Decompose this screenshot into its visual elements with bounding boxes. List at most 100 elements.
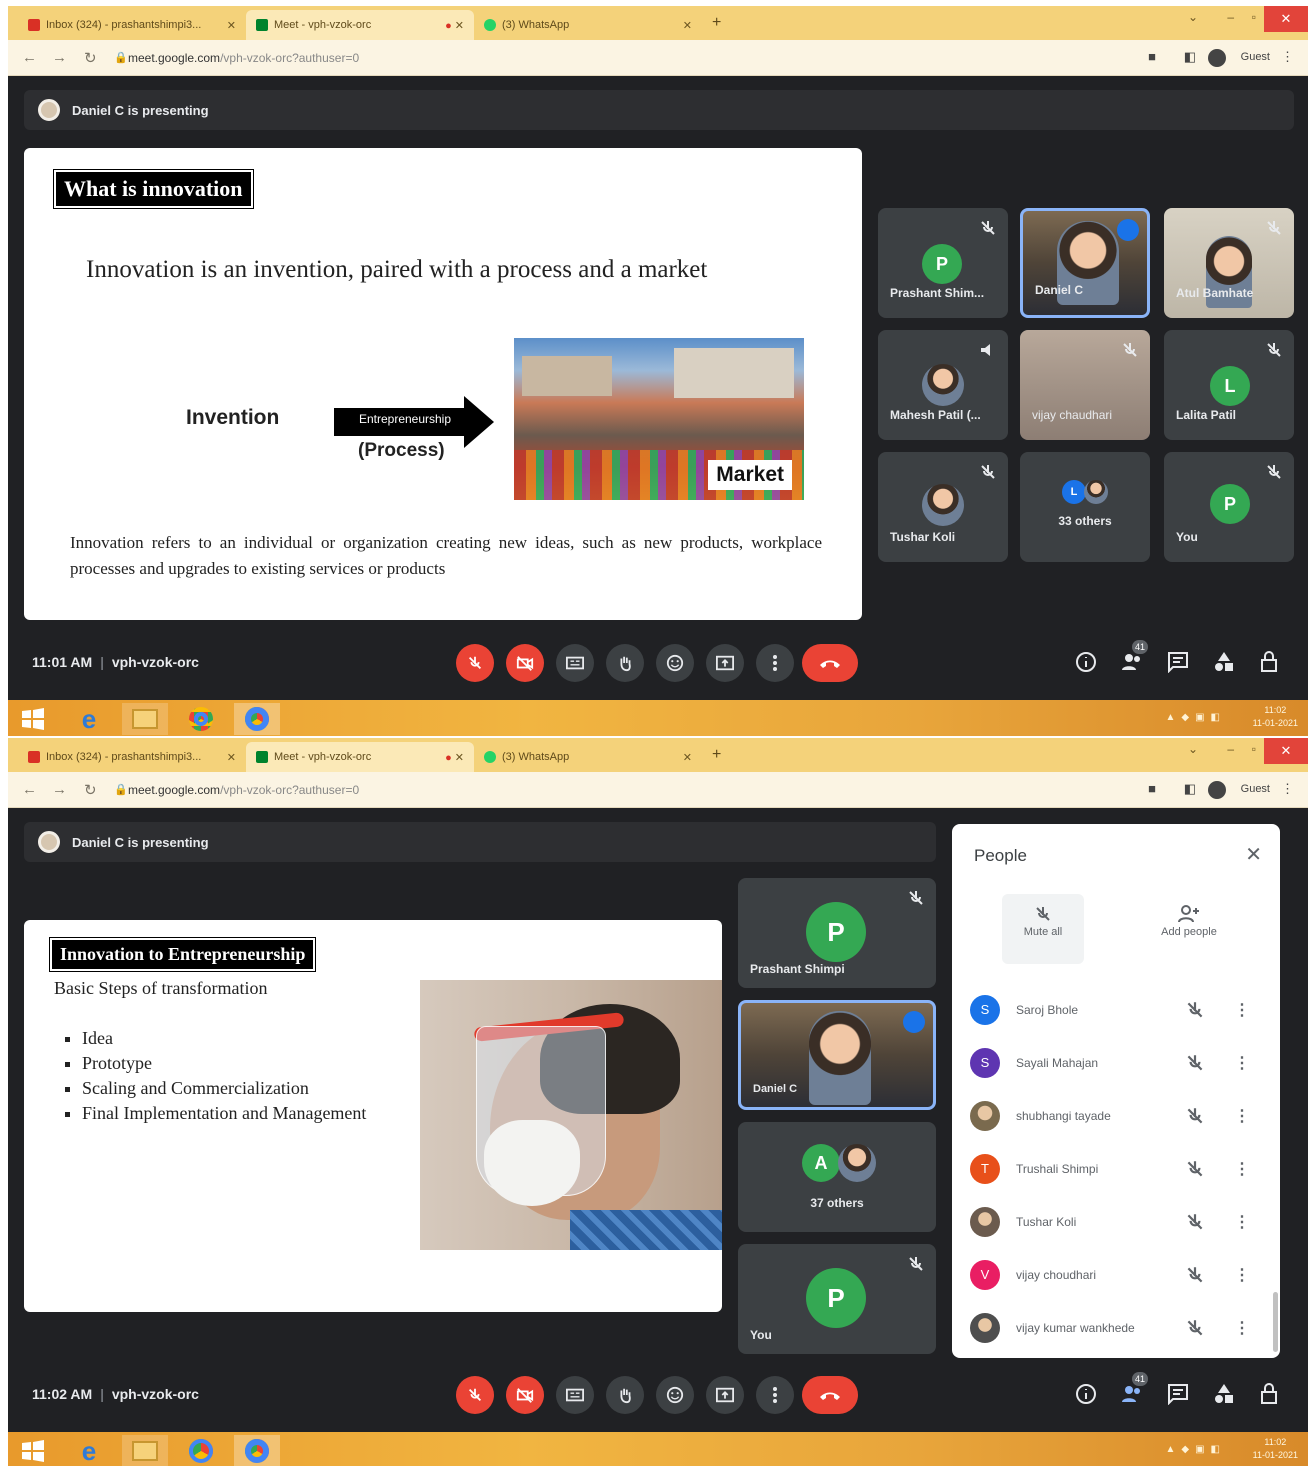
taskbar-clock[interactable]: 11:02 11-01-2021 [1253, 704, 1298, 730]
chat-button[interactable] [1164, 648, 1192, 676]
reactions-button[interactable] [656, 644, 694, 682]
back-icon[interactable]: ← [22, 781, 37, 798]
participant-row[interactable]: shubhangi tayade ⋮ [970, 1096, 1270, 1136]
mic-off-icon[interactable] [1184, 1264, 1206, 1286]
leave-call-button[interactable] [802, 644, 858, 682]
camera-toggle-button[interactable] [506, 1376, 544, 1414]
mic-off-icon[interactable] [1184, 1052, 1206, 1074]
window-close-button[interactable]: ✕ [1264, 6, 1308, 32]
chrome-taskbar-button[interactable] [178, 703, 224, 735]
taskbar-clock[interactable]: 11:02 11-01-2021 [1253, 1436, 1298, 1462]
host-controls-button[interactable] [1256, 1380, 1284, 1408]
close-icon[interactable]: ✕ [1245, 842, 1262, 867]
start-button[interactable] [10, 703, 56, 735]
self-tile[interactable]: P You [738, 1244, 936, 1354]
guest-profile-icon[interactable] [1208, 781, 1226, 802]
self-tile[interactable]: P You [1164, 452, 1294, 562]
restore-icon[interactable]: ▫ [1252, 742, 1256, 756]
raise-hand-button[interactable] [606, 644, 644, 682]
system-tray[interactable]: ▲◆▣◧ [1166, 1444, 1226, 1455]
participant-row[interactable]: S Sayali Mahajan ⋮ [970, 1043, 1270, 1083]
menu-icon[interactable]: ⋮ [1281, 49, 1294, 65]
tab-meet[interactable]: Meet - vph-vzok-orc ● ✕ [246, 10, 474, 40]
mic-off-icon[interactable] [1184, 1158, 1206, 1180]
participant-tile[interactable]: L Lalita Patil [1164, 330, 1294, 440]
chrome-taskbar-button-active[interactable] [234, 703, 280, 735]
more-options-button[interactable] [756, 644, 794, 682]
mic-toggle-button[interactable] [456, 1376, 494, 1414]
tab-meet[interactable]: Meet - vph-vzok-orc ● ✕ [246, 742, 474, 772]
menu-icon[interactable]: ⋮ [1281, 781, 1294, 797]
window-close-button[interactable]: ✕ [1264, 738, 1308, 764]
raise-hand-button[interactable] [606, 1376, 644, 1414]
sidebar-icon[interactable]: ◧ [1184, 49, 1196, 65]
chrome-taskbar-button[interactable] [178, 1435, 224, 1466]
mic-off-icon[interactable] [1184, 1317, 1206, 1339]
more-vert-icon[interactable]: ⋮ [1234, 1106, 1250, 1126]
tab-search-icon[interactable]: ⌄ [1188, 10, 1198, 24]
reload-icon[interactable]: ↻ [84, 49, 97, 67]
more-vert-icon[interactable]: ⋮ [1234, 1265, 1250, 1285]
participant-tile[interactable]: P Prashant Shimpi [738, 878, 936, 988]
more-vert-icon[interactable]: ⋮ [1234, 1053, 1250, 1073]
tab-search-icon[interactable]: ⌄ [1188, 742, 1198, 756]
camera-toggle-button[interactable] [506, 644, 544, 682]
participant-row[interactable]: V vijay choudhari ⋮ [970, 1255, 1270, 1295]
participant-row[interactable]: vijay kumar wankhede ⋮ [970, 1308, 1270, 1348]
participant-tile[interactable]: Mahesh Patil (... [878, 330, 1008, 440]
start-button[interactable] [10, 1435, 56, 1466]
captions-button[interactable] [556, 644, 594, 682]
close-icon[interactable]: ● ✕ [437, 19, 464, 32]
present-button[interactable] [706, 1376, 744, 1414]
ie-taskbar-button[interactable]: e [66, 1435, 112, 1466]
participant-row[interactable]: S Saroj Bhole ⋮ [970, 990, 1270, 1030]
reactions-button[interactable] [656, 1376, 694, 1414]
camera-indicator-icon[interactable]: ■ [1148, 781, 1156, 796]
leave-call-button[interactable] [802, 1376, 858, 1414]
host-controls-button[interactable] [1256, 648, 1284, 676]
url-field[interactable]: meet.google.com/vph-vzok-orc?authuser=0 [128, 51, 359, 65]
participant-tile[interactable]: Tushar Koli [878, 452, 1008, 562]
close-icon[interactable]: ✕ [219, 19, 236, 32]
new-tab-button[interactable]: + [712, 14, 721, 32]
close-icon[interactable]: ● ✕ [437, 751, 464, 764]
camera-indicator-icon[interactable]: ■ [1148, 49, 1156, 64]
forward-icon[interactable]: → [52, 49, 67, 66]
url-field[interactable]: meet.google.com/vph-vzok-orc?authuser=0 [128, 783, 359, 797]
activities-button[interactable] [1210, 1380, 1238, 1408]
tab-whatsapp[interactable]: (3) WhatsApp ✕ [474, 10, 702, 40]
participant-tile-video[interactable]: Daniel C [738, 1000, 936, 1110]
participant-tile-video[interactable]: Atul Bamhate [1164, 208, 1294, 318]
mute-all-button[interactable]: Mute all [1002, 894, 1084, 964]
mic-off-icon[interactable] [1184, 999, 1206, 1021]
more-options-button[interactable] [756, 1376, 794, 1414]
minimize-icon[interactable]: – [1227, 742, 1234, 756]
meeting-details-button[interactable] [1072, 1380, 1100, 1408]
participant-row[interactable]: T Trushali Shimpi ⋮ [970, 1149, 1270, 1189]
add-people-button[interactable]: Add people [1148, 894, 1230, 964]
back-icon[interactable]: ← [22, 49, 37, 66]
meeting-details-button[interactable] [1072, 648, 1100, 676]
new-tab-button[interactable]: + [712, 746, 721, 764]
more-vert-icon[interactable]: ⋮ [1234, 1000, 1250, 1020]
participant-row[interactable]: Tushar Koli ⋮ [970, 1202, 1270, 1242]
present-button[interactable] [706, 644, 744, 682]
more-vert-icon[interactable]: ⋮ [1234, 1159, 1250, 1179]
activities-button[interactable] [1210, 648, 1238, 676]
ie-taskbar-button[interactable]: e [66, 703, 112, 735]
participant-tile-video[interactable]: Daniel C [1020, 208, 1150, 318]
sidebar-icon[interactable]: ◧ [1184, 781, 1196, 797]
captions-button[interactable] [556, 1376, 594, 1414]
system-tray[interactable]: ▲◆▣◧ [1166, 712, 1226, 723]
more-vert-icon[interactable]: ⋮ [1234, 1318, 1250, 1338]
forward-icon[interactable]: → [52, 781, 67, 798]
close-icon[interactable]: ✕ [675, 751, 692, 764]
explorer-taskbar-button[interactable] [122, 703, 168, 735]
explorer-taskbar-button[interactable] [122, 1435, 168, 1466]
others-tile[interactable]: L 33 others [1020, 452, 1150, 562]
close-icon[interactable]: ✕ [675, 19, 692, 32]
minimize-icon[interactable]: – [1227, 10, 1234, 24]
reload-icon[interactable]: ↻ [84, 781, 97, 799]
people-button[interactable]: 41 [1118, 1372, 1148, 1408]
tab-gmail[interactable]: Inbox (324) - prashantshimpi3... ✕ [18, 10, 246, 40]
